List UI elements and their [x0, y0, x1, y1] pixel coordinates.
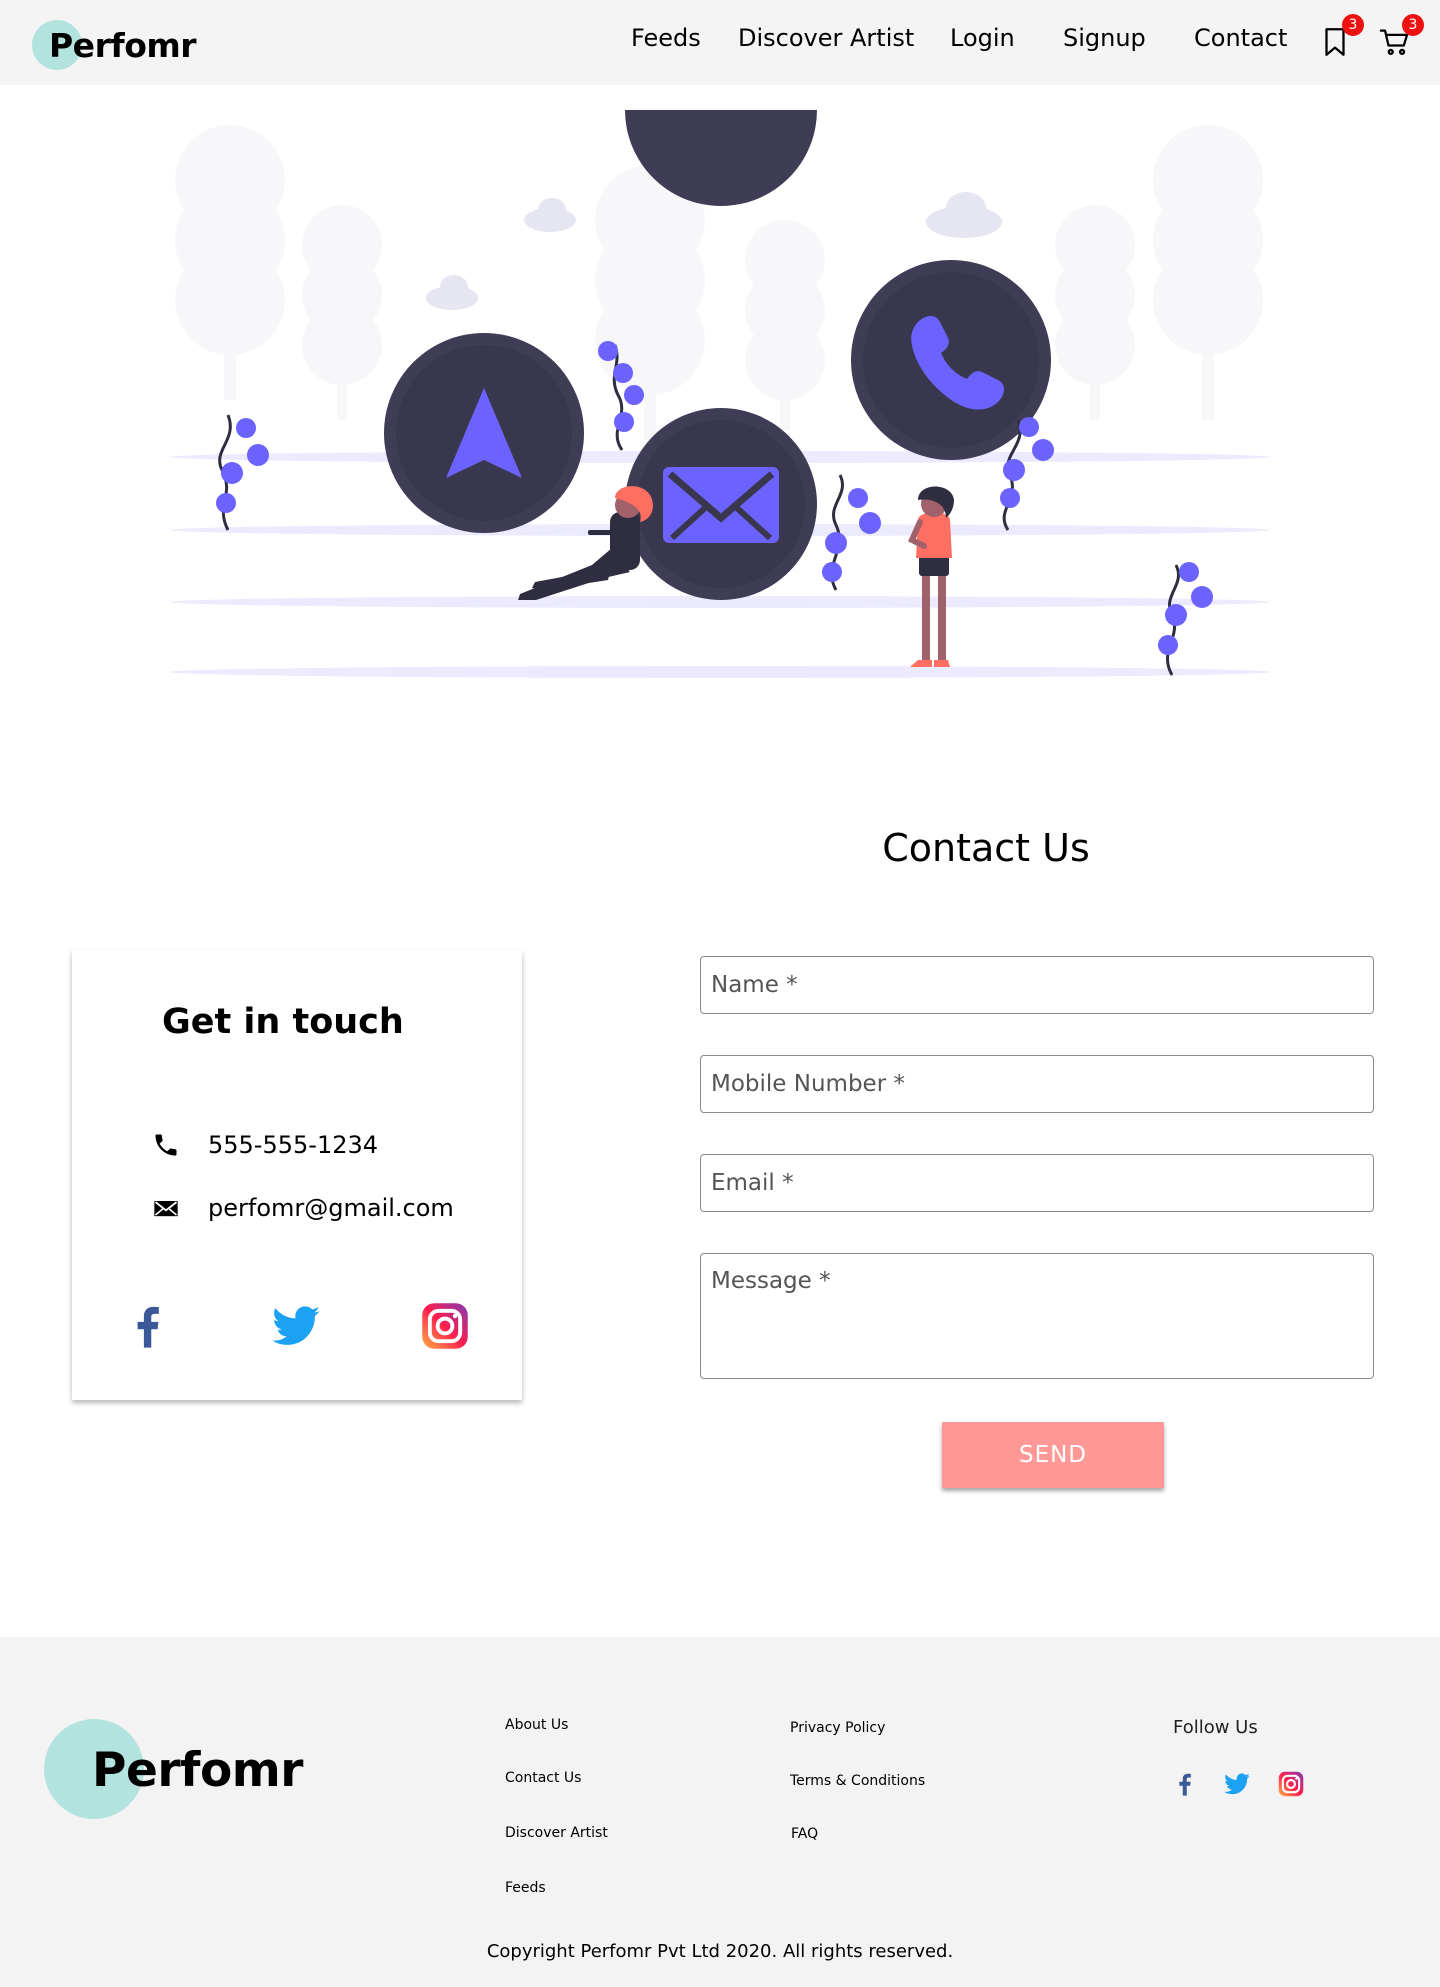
- twitter-icon: [1224, 1773, 1250, 1795]
- email-input[interactable]: [701, 1155, 1373, 1211]
- cart-count-badge: 3: [1402, 14, 1424, 36]
- footer-contact-us[interactable]: Contact Us: [505, 1770, 581, 1786]
- nav-signup[interactable]: Signup: [1063, 24, 1146, 52]
- footer-privacy-policy[interactable]: Privacy Policy: [790, 1720, 885, 1736]
- footer-feeds[interactable]: Feeds: [505, 1880, 546, 1896]
- facebook-icon: [137, 1306, 159, 1348]
- brand-logo[interactable]: Perfomr: [32, 20, 252, 72]
- logo-text: Perfomr: [49, 26, 197, 65]
- name-field: [700, 956, 1374, 1014]
- copyright-text: Copyright Perfomr Pvt Ltd 2020. All righ…: [486, 1941, 954, 1962]
- get-in-touch-card: Get in touch 555-555-1234 perfomr@gmail.…: [72, 950, 522, 1400]
- instagram-link[interactable]: [419, 1300, 471, 1352]
- nav-discover-artist[interactable]: Discover Artist: [738, 24, 914, 52]
- mobile-field: [700, 1055, 1374, 1113]
- card-title: Get in touch: [162, 1002, 404, 1042]
- hero-illustration-svg: [170, 14, 1270, 678]
- footer: Perfomr About Us Contact Us Discover Art…: [0, 1637, 1440, 1987]
- nav-feeds[interactable]: Feeds: [631, 24, 701, 52]
- footer-instagram-link[interactable]: [1277, 1770, 1305, 1798]
- follow-us-label: Follow Us: [1173, 1717, 1258, 1738]
- footer-terms-conditions[interactable]: Terms & Conditions: [790, 1773, 925, 1789]
- twitter-icon: [272, 1306, 320, 1345]
- mobile-input[interactable]: [701, 1056, 1373, 1112]
- twitter-link[interactable]: [270, 1300, 322, 1352]
- footer-logo-text[interactable]: Perfomr: [92, 1743, 303, 1798]
- contact-illustration: [160, 14, 1280, 700]
- contact-title: Contact Us: [882, 826, 1090, 870]
- navbar: Perfomr Feeds Discover Artist Login Sign…: [0, 0, 1440, 85]
- email-field: [700, 1154, 1374, 1212]
- nav-login[interactable]: Login: [950, 24, 1015, 52]
- nav-contact[interactable]: Contact: [1194, 24, 1287, 52]
- facebook-link[interactable]: [122, 1300, 174, 1352]
- footer-twitter-link[interactable]: [1223, 1770, 1251, 1798]
- instagram-icon: [1278, 1771, 1304, 1797]
- phone-icon: [155, 1134, 177, 1156]
- bookmark-count-badge: 3: [1342, 14, 1364, 36]
- message-field: [700, 1253, 1374, 1379]
- email-address: perfomr@gmail.com: [208, 1194, 454, 1222]
- bookmark-button[interactable]: 3: [1318, 14, 1364, 59]
- mail-icon: [154, 1201, 178, 1217]
- facebook-icon: [1179, 1773, 1191, 1796]
- message-input[interactable]: [701, 1254, 1373, 1378]
- footer-faq[interactable]: FAQ: [791, 1826, 818, 1842]
- name-input[interactable]: [701, 957, 1373, 1013]
- send-button[interactable]: SEND: [942, 1422, 1164, 1488]
- footer-discover-artist[interactable]: Discover Artist: [505, 1825, 608, 1841]
- footer-facebook-link[interactable]: [1171, 1770, 1199, 1798]
- cart-button[interactable]: 3: [1378, 14, 1424, 59]
- footer-about-us[interactable]: About Us: [505, 1717, 568, 1733]
- instagram-icon: [422, 1303, 468, 1349]
- phone-number: 555-555-1234: [208, 1131, 379, 1159]
